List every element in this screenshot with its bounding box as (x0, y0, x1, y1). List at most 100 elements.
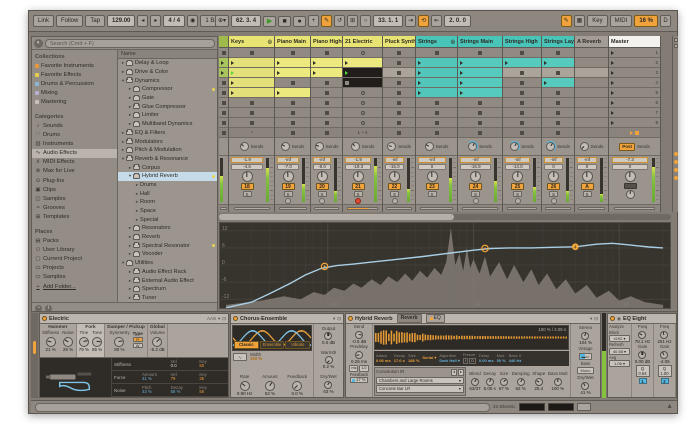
sidebar-item-favorite-effects[interactable]: Favorite Effects (32, 70, 117, 79)
band-number-button[interactable]: 2 (661, 378, 669, 384)
sidebar-item-add-folder-[interactable]: +Add Folder... (32, 282, 117, 291)
clip-slot[interactable] (383, 88, 415, 98)
tree-item-multiband-dynamics[interactable]: ▸Multiband Dynamics (118, 120, 217, 129)
pan-knob[interactable] (427, 171, 438, 182)
clip-slot[interactable] (343, 98, 382, 108)
clip-slot[interactable] (275, 88, 310, 98)
track-header-21-electric[interactable]: 21 Electric (343, 36, 382, 48)
clip-slot[interactable] (311, 48, 342, 58)
track-activator-button[interactable]: 21 (352, 183, 365, 190)
mode-classic-button[interactable]: Classic (234, 341, 259, 349)
clip-slot[interactable] (219, 88, 228, 98)
send-a-knob[interactable] (281, 142, 290, 151)
ir-file-select[interactable]: Concrete Bar LR▾ (376, 385, 464, 393)
volume-knob[interactable]: Volume-6.2 dB (150, 331, 165, 352)
track-activator-button[interactable]: 18 (241, 183, 254, 190)
clip-slot[interactable] (219, 108, 228, 118)
fold-icon[interactable]: ▾ (590, 316, 592, 322)
tree-item-reverb[interactable]: ▸Reverb (118, 233, 217, 242)
noise-decay[interactable]: Decay58 % (171, 386, 200, 395)
crossfade-row[interactable] (383, 205, 415, 212)
eq8-analyze[interactable]: Analyze (609, 325, 630, 330)
sidebar-item-audio-effects[interactable]: ∿Audio Effects (32, 149, 117, 158)
clip-slot[interactable] (542, 98, 574, 108)
track-activator-button[interactable]: 22 (388, 183, 401, 190)
browser-filter-icon[interactable]: ◐ (34, 39, 43, 48)
track-activator-button[interactable]: 23 (426, 183, 439, 190)
stop-all-clips-button[interactable] (311, 128, 342, 138)
symmetry-knob[interactable]: Symmetry80 % (109, 331, 129, 352)
session-hscrollbar[interactable] (219, 214, 671, 220)
link-button[interactable]: Link (33, 15, 54, 27)
clip-slot[interactable] (343, 78, 382, 88)
eq-eight-title-bar[interactable]: ◉EQ Eight (608, 314, 676, 324)
eq-spectrum-display[interactable]: 1001k10k1260-6-124 (219, 222, 671, 309)
tree-item-glue-compressor[interactable]: ▸Glue Compressor (118, 102, 217, 111)
solo-button[interactable]: S (354, 191, 363, 197)
noise-key[interactable]: Key56 (199, 386, 228, 395)
clip-slot[interactable] (343, 48, 382, 58)
tree-item-hybrid-reverb[interactable]: ▾Hybrid Reverb (118, 172, 217, 181)
clip-slot[interactable] (229, 98, 274, 108)
clip-slot[interactable] (503, 48, 541, 58)
clip-slot[interactable]: 3 (609, 68, 660, 78)
next-ir-button[interactable]: ▸ (458, 369, 464, 376)
track-delay-box[interactable]: -inf (418, 157, 446, 163)
sidebar-item-drums[interactable]: ∷Drums (32, 130, 117, 139)
sidebar-item-current-project[interactable]: ▢Current Project (32, 254, 117, 263)
clip-slot[interactable] (275, 58, 310, 68)
mode-ensemble-button[interactable]: Ensemble (260, 341, 285, 349)
post-toggle[interactable]: Post (619, 143, 635, 151)
tree-item-resonators[interactable]: ▸Resonators (118, 224, 217, 233)
hot-swap-icon[interactable]: ⊡ (222, 316, 226, 322)
clip-slot[interactable] (229, 108, 274, 118)
q-value-box[interactable]: Q 0.64 (636, 365, 650, 377)
group-fold-icon[interactable]: ◎ (268, 39, 272, 45)
sidebar-item-plug-ins[interactable]: ⊙Plug-Ins (32, 176, 117, 185)
hot-swap-icon[interactable]: ⊡ (594, 316, 598, 322)
metronome-button[interactable]: ◉ (187, 15, 198, 27)
stiffness-vel[interactable]: Vel0.0 (171, 360, 200, 369)
tap-tempo-button[interactable]: Tap (85, 15, 105, 27)
tree-item-room[interactable]: ▸Room (118, 198, 217, 207)
clip-slot[interactable] (503, 98, 541, 108)
tree-item-hall[interactable]: ▸Hall (118, 189, 217, 198)
crossfade-row[interactable] (416, 205, 457, 212)
arrangement-position-display[interactable]: 62. 3. 4 (231, 15, 261, 27)
send-a-knob[interactable] (580, 142, 589, 151)
track-activator-button[interactable]: A (581, 183, 594, 190)
ir-category-select[interactable]: Chambers and Large Rooms▾ (376, 377, 464, 385)
hybrid-param-freeze[interactable]: FreezeIO (463, 353, 476, 363)
clip-slot[interactable] (383, 108, 415, 118)
volume-value-box[interactable]: -4.6 (231, 164, 262, 170)
clip-slot[interactable] (343, 88, 382, 98)
vintage-control[interactable]: Vintage▬▭ (578, 347, 592, 360)
clip-slot[interactable]: 5 (609, 88, 660, 98)
group-fold-icon[interactable]: ◎ (451, 39, 455, 45)
show-crossfade-toggle[interactable] (674, 176, 678, 180)
tree-item-eq-filters[interactable]: ▸EQ & Filters (118, 129, 217, 138)
volume-value-box[interactable]: 0 (577, 164, 597, 170)
chain-scroll-handle[interactable] (33, 341, 36, 354)
clip-slot[interactable] (416, 68, 457, 78)
sidebar-item-instruments[interactable]: ▥Instruments (32, 139, 117, 148)
clip-slot[interactable] (383, 48, 415, 58)
track-delay-box[interactable]: -inf (460, 157, 490, 163)
tab-reverb[interactable]: Reverb (397, 314, 422, 323)
solo-button[interactable]: S (243, 191, 252, 197)
show-hide-arrow-icon[interactable]: ▲ (666, 403, 673, 411)
tree-item-external-audio-effect[interactable]: ▸External Audio Effect (118, 276, 217, 285)
send-a-knob[interactable] (315, 142, 324, 151)
clip-slot[interactable] (458, 88, 502, 98)
pan-knob[interactable] (470, 171, 481, 182)
draw-mode-button[interactable]: ✎ (561, 15, 572, 27)
track-delay-box[interactable]: -1.9 (345, 157, 371, 163)
clip-slot[interactable] (416, 48, 457, 58)
clip-slot[interactable] (229, 88, 274, 98)
clip-slot[interactable] (311, 68, 342, 78)
warmth-knob[interactable]: Warmth0.2 % (321, 351, 337, 370)
track-header-strings-high[interactable]: Strings High (503, 36, 541, 48)
time-signature-display[interactable]: 4 / 4 (163, 15, 185, 27)
solo-button[interactable]: S (284, 191, 293, 197)
clip-slot[interactable]: 2 (609, 58, 660, 68)
